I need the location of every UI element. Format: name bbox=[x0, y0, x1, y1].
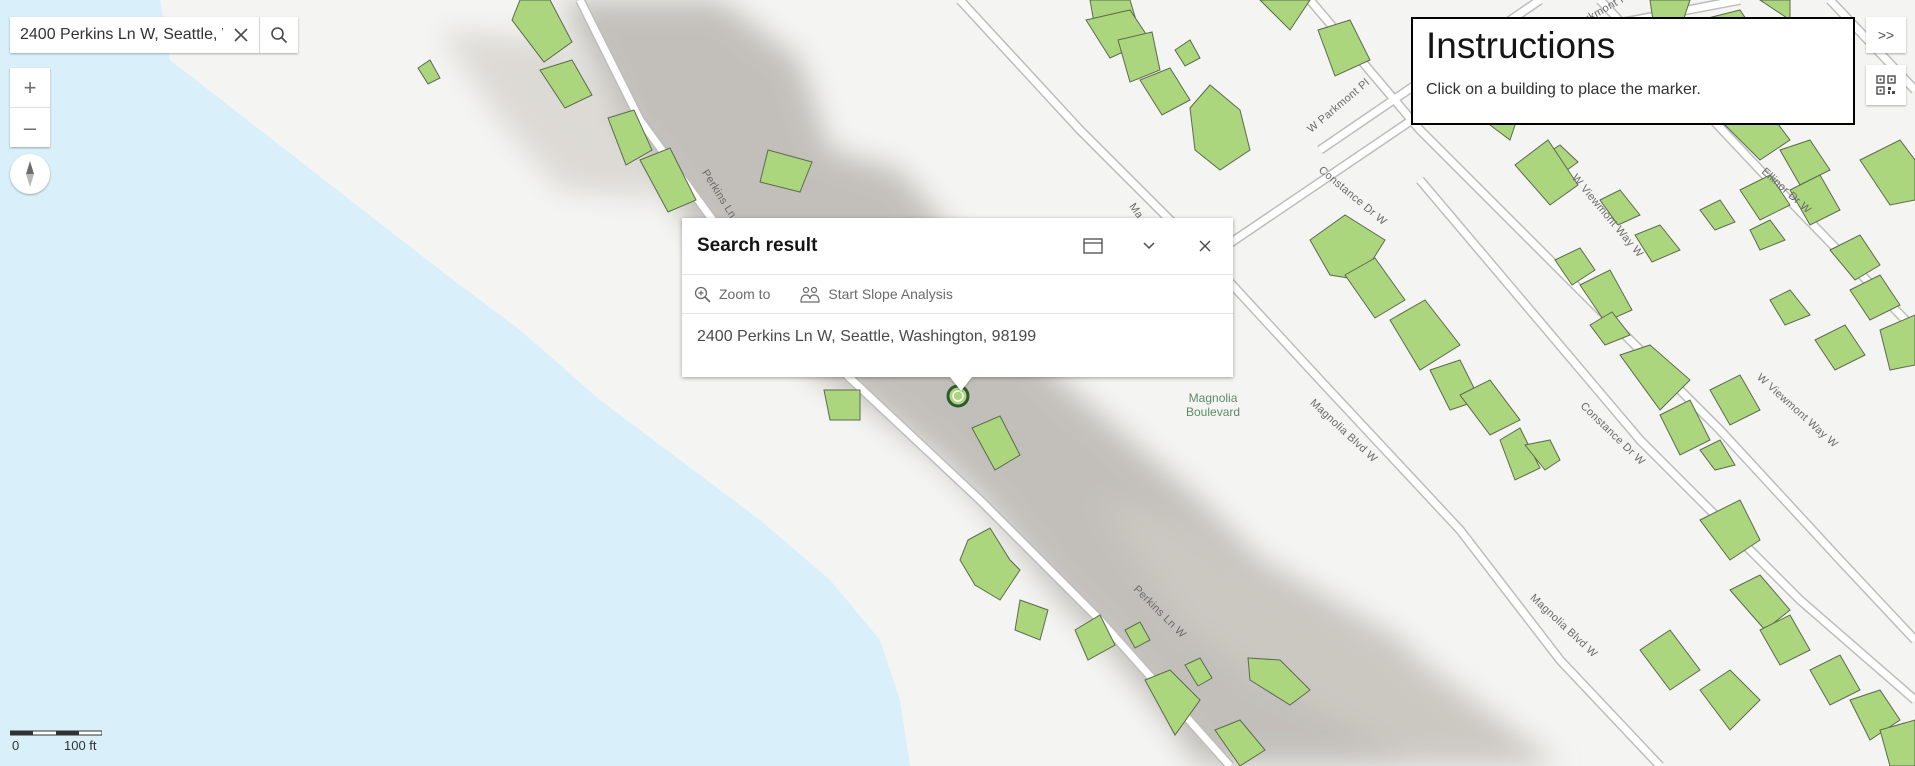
qr-code-icon bbox=[1876, 75, 1896, 95]
zoom-to-action[interactable]: Zoom to bbox=[682, 286, 770, 303]
clear-search-button[interactable] bbox=[223, 17, 259, 53]
minus-icon: – bbox=[23, 114, 37, 140]
zoom-to-icon bbox=[694, 286, 711, 303]
compass-icon bbox=[26, 161, 34, 187]
search-input[interactable] bbox=[10, 17, 223, 53]
slope-analysis-icon bbox=[800, 286, 820, 303]
zoom-out-button[interactable]: – bbox=[10, 107, 50, 147]
chevron-down-icon bbox=[1143, 242, 1155, 250]
close-icon bbox=[234, 28, 248, 42]
popup-title: Search result bbox=[697, 235, 818, 256]
scale-bar: 0 100 ft bbox=[9, 724, 103, 753]
search-result-popup: Search result Zoom to Start Slope Analys… bbox=[682, 218, 1233, 377]
popup-pointer bbox=[950, 377, 972, 391]
popup-header: Search result bbox=[682, 218, 1233, 275]
poi-label-line1: Magnolia bbox=[1188, 391, 1238, 405]
scale-label-distance: 100 ft bbox=[64, 738, 97, 753]
zoom-in-button[interactable]: + bbox=[10, 68, 50, 107]
window-icon bbox=[1083, 238, 1103, 254]
start-slope-analysis-action[interactable]: Start Slope Analysis bbox=[788, 286, 953, 303]
search-button[interactable] bbox=[259, 17, 298, 53]
expand-panel-button[interactable]: >> bbox=[1866, 17, 1906, 53]
instructions-title: Instructions bbox=[1426, 25, 1616, 66]
expand-icon: >> bbox=[1877, 27, 1895, 43]
dock-popup-button[interactable] bbox=[1065, 218, 1121, 274]
close-popup-button[interactable] bbox=[1177, 218, 1233, 274]
instructions-panel: Instructions Click on a building to plac… bbox=[1411, 17, 1855, 125]
qr-code-button[interactable] bbox=[1866, 65, 1906, 105]
zoom-widget: + – bbox=[10, 68, 50, 147]
compass-button[interactable] bbox=[10, 154, 50, 194]
close-icon bbox=[1199, 240, 1211, 252]
poi-label-line2: Boulevard bbox=[1186, 405, 1241, 419]
popup-address: 2400 Perkins Ln W, Seattle, Washington, … bbox=[697, 328, 1037, 345]
zoom-to-label: Zoom to bbox=[719, 286, 771, 302]
popup-actions: Zoom to Start Slope Analysis bbox=[682, 275, 1233, 314]
scale-bar-graphic bbox=[9, 730, 103, 736]
start-slope-analysis-label: Start Slope Analysis bbox=[828, 286, 953, 302]
poi-label-magnolia-boulevard: Magnolia Boulevard bbox=[1186, 391, 1240, 419]
plus-icon: + bbox=[23, 74, 37, 100]
instructions-text: Click on a building to place the marker. bbox=[1426, 81, 1701, 98]
scale-label-zero: 0 bbox=[12, 738, 20, 753]
search-icon bbox=[271, 27, 288, 44]
search-widget bbox=[10, 17, 298, 53]
collapse-popup-button[interactable] bbox=[1121, 218, 1177, 274]
